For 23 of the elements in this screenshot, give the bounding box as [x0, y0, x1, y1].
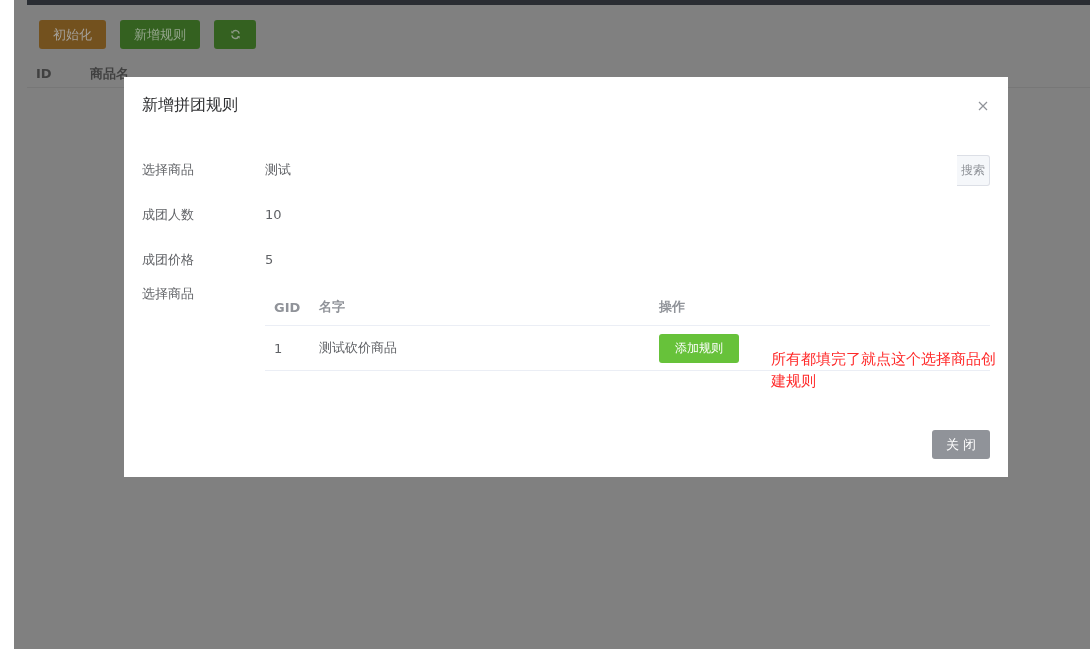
field-value: 10	[265, 207, 283, 222]
add-rule-button[interactable]: 添加规则	[659, 333, 739, 363]
field-label: 选择商品	[142, 285, 195, 303]
field-label: 选择商品	[142, 161, 195, 179]
search-button[interactable]: 搜索	[957, 154, 990, 186]
column-header: ID	[36, 67, 53, 79]
field-label: 成团价格	[142, 250, 195, 269]
init-button[interactable]: 初始化	[39, 20, 106, 49]
dialog-title: 新增拼团规则	[142, 95, 238, 116]
column-header: 操作	[659, 298, 685, 316]
refresh-icon	[229, 29, 241, 40]
column-header: GID	[273, 299, 302, 315]
close-icon[interactable]	[978, 100, 988, 111]
close-button[interactable]: 关 闭	[932, 430, 990, 459]
annotation-text: 所有都填完了就点这个选择商品创建规则	[771, 349, 997, 392]
refresh-button[interactable]	[214, 20, 256, 49]
column-header: 名字	[319, 298, 346, 316]
field-value: 测试	[265, 161, 292, 179]
field-label: 成团人数	[142, 205, 195, 224]
table-cell-text: 1	[273, 340, 284, 356]
table-cell-text: 测试砍价商品	[319, 339, 398, 357]
field-value: 5	[265, 252, 275, 267]
add-rule-button[interactable]: 新增规则	[120, 20, 200, 49]
